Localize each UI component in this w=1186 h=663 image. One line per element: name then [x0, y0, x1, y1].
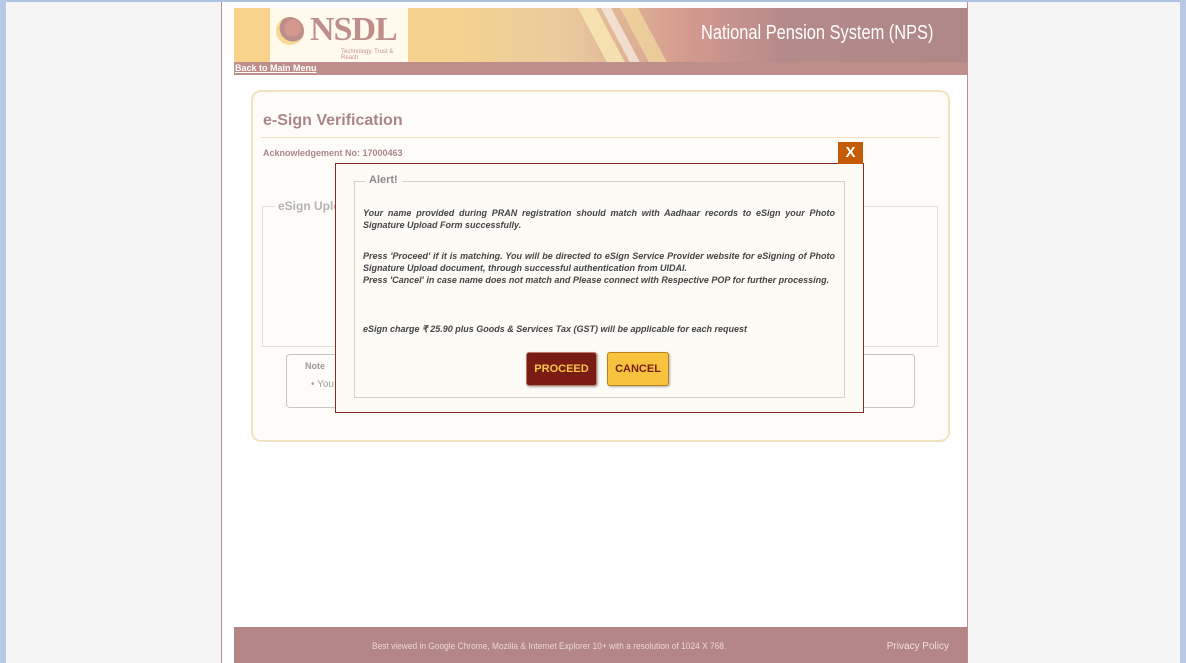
alert-message-proceed: Press 'Proceed' if it is matching. You w…	[363, 251, 835, 273]
alert-message-charge: eSign charge ₹ 25.90 plus Goods & Servic…	[363, 324, 748, 334]
proceed-button[interactable]: PROCEED	[526, 352, 597, 386]
alert-message-cancel: Press 'Cancel' in case name does not mat…	[363, 275, 830, 285]
alert-message-name-match: Your name provided during PRAN registrat…	[363, 208, 835, 230]
cancel-button[interactable]: CANCEL	[607, 352, 669, 386]
close-button[interactable]: X	[838, 142, 863, 164]
alert-fieldset: Alert! Your name provided during PRAN re…	[354, 174, 845, 398]
alert-legend: Alert!	[365, 174, 402, 186]
alert-dialog: X Alert! Your name provided during PRAN …	[335, 142, 864, 413]
